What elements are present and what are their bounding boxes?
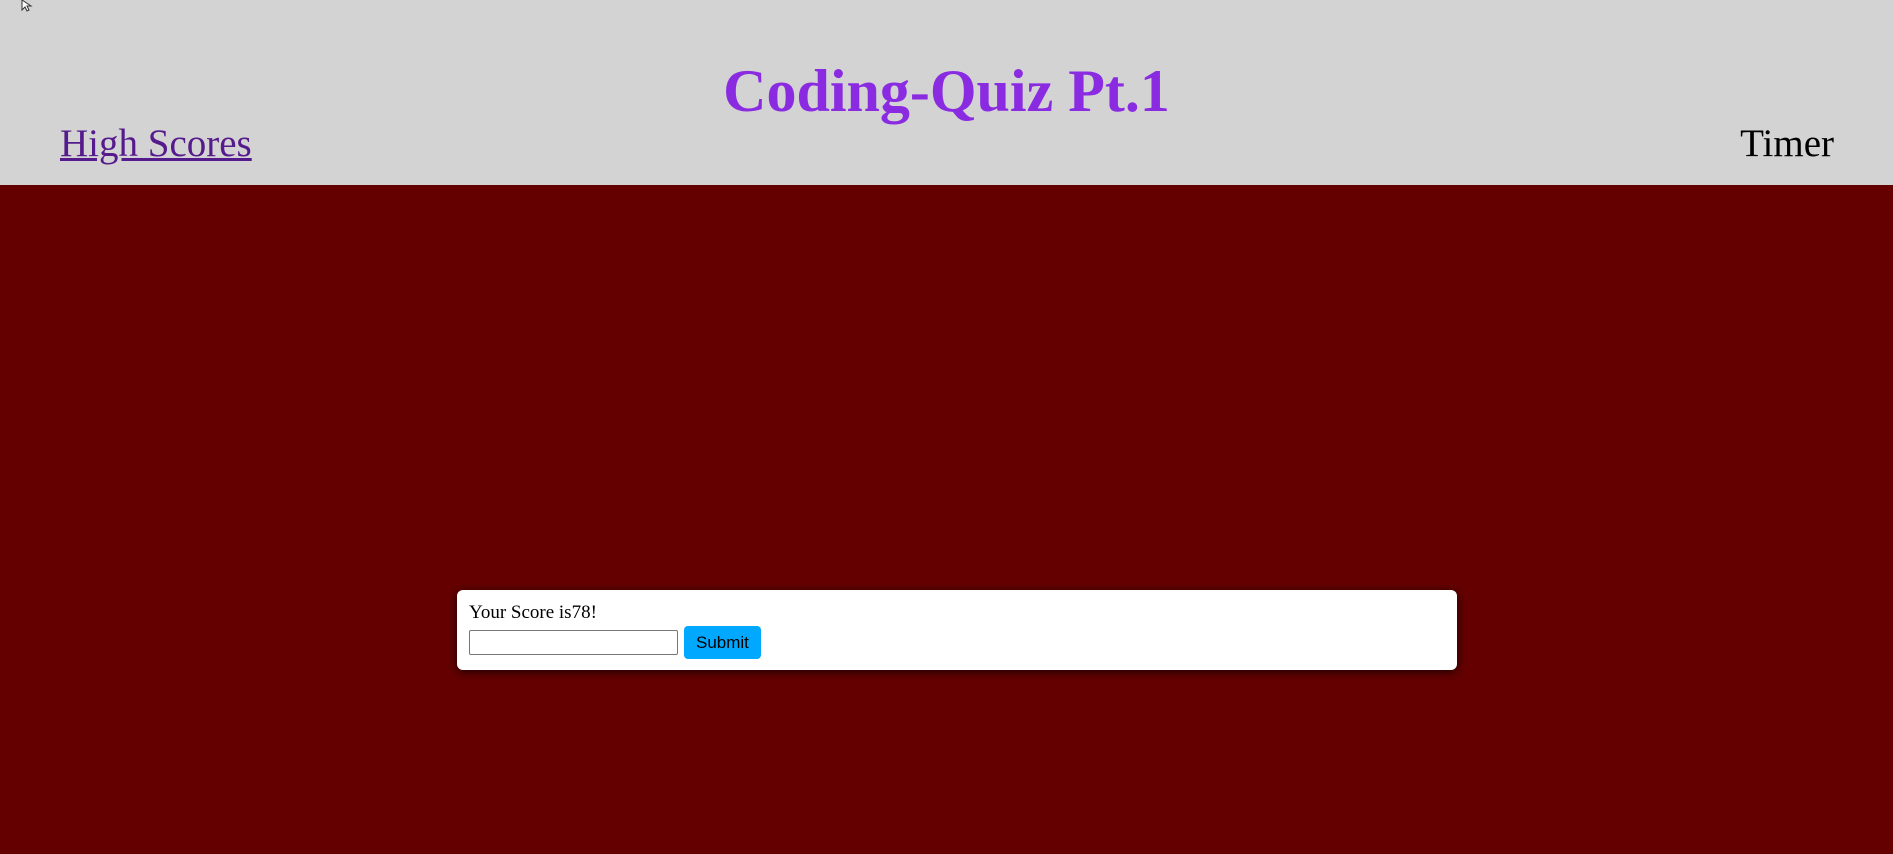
score-text: Your Score is78! xyxy=(469,602,597,623)
page-title: Coding-Quiz Pt.1 xyxy=(723,58,1170,124)
initials-form: Submit xyxy=(469,626,1445,659)
high-scores-link[interactable]: High Scores xyxy=(60,120,252,168)
page: Coding-Quiz Pt.1 High Scores Timer Your … xyxy=(0,0,1893,854)
mouse-pointer-icon xyxy=(21,0,33,12)
header: Coding-Quiz Pt.1 High Scores Timer xyxy=(0,0,1893,185)
initials-input[interactable] xyxy=(469,630,678,655)
quiz-area xyxy=(0,185,1893,854)
timer-label: Timer xyxy=(1740,122,1834,165)
score-card: Your Score is78! Submit xyxy=(457,590,1457,670)
submit-button[interactable]: Submit xyxy=(684,626,761,659)
